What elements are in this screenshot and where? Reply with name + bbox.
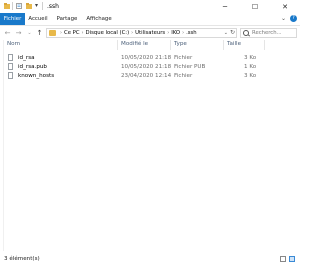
file-size: 3 Ko [244,73,257,79]
minimize-button[interactable]: ─ [210,0,240,13]
search-icon [243,30,249,36]
address-dropdown-icon[interactable]: ⌄ [224,30,228,36]
file-name: known_hosts [18,73,55,79]
chevron-right-icon: › [182,30,185,36]
breadcrumb-this-pc[interactable]: Ce PC [64,30,80,36]
column-header-modified[interactable]: Modifié le [121,41,148,47]
tab-accueil[interactable]: Accueil [26,13,50,25]
chevron-right-icon: › [60,30,62,36]
file-row[interactable]: id_rsa.pub 10/05/2020 21:18 Fichier PUB … [4,63,264,71]
item-count: 3 élément(s) [4,256,40,262]
tab-fichier[interactable]: Fichier [0,13,25,25]
file-type: Fichier PUB [174,64,206,70]
breadcrumb-local-disk[interactable]: Disque local (C:) [86,30,130,36]
file-icon [8,72,13,79]
large-icons-view-button[interactable] [289,256,295,262]
chevron-right-icon: › [81,30,84,36]
file-size: 3 Ko [244,55,257,61]
window-title: .ssh [47,3,59,10]
back-button[interactable]: ← [3,28,12,38]
status-bar: 3 élément(s) [0,251,300,265]
folder-icon [4,3,10,9]
details-view-button[interactable] [280,256,286,262]
ribbon: Fichier Accueil Partage Affichage ⌄ ? [0,13,300,26]
navigation-bar: ← → ⌄ ↑ › Ce PC › Disque local (C:) › Ut… [0,26,300,40]
breadcrumb-users[interactable]: Utilisateurs [135,30,165,36]
search-input[interactable]: Recherch... [240,28,297,38]
expand-ribbon-icon[interactable]: ⌄ [281,15,286,22]
search-placeholder: Recherch... [252,30,282,36]
file-type: Fichier [174,73,193,79]
file-icon [8,54,13,61]
maximize-icon: ☐ [251,2,259,11]
breadcrumb-user[interactable]: IKO [171,30,180,36]
title-bar: ▾ .ssh ─ ☐ ✕ [0,0,300,13]
up-button[interactable]: ↑ [35,28,44,38]
help-icon[interactable]: ? [290,15,297,22]
file-modified: 10/05/2020 21:18 [121,55,172,61]
file-type: Fichier [174,55,193,61]
forward-button[interactable]: → [14,28,23,38]
column-header-name[interactable]: Nom [7,41,20,47]
quick-access-dropdown-icon[interactable]: ▾ [35,2,38,9]
close-button[interactable]: ✕ [270,0,300,13]
refresh-icon[interactable]: ↻ [230,29,235,36]
close-icon: ✕ [282,2,288,11]
chevron-right-icon: › [131,30,134,36]
recent-locations-dropdown[interactable]: ⌄ [25,28,34,38]
maximize-button[interactable]: ☐ [240,0,270,13]
address-bar[interactable]: › Ce PC › Disque local (C:) › Utilisateu… [46,28,237,38]
column-header-size[interactable]: Taille [227,41,241,47]
tab-partage[interactable]: Partage [54,13,80,25]
column-headers: Nom Modifié le Type Taille [4,40,298,51]
file-name: id_rsa.pub [18,64,47,70]
file-name: id_rsa [18,55,35,61]
file-row[interactable]: id_rsa 10/05/2020 21:18 Fichier 3 Ko [4,54,264,62]
file-row[interactable]: known_hosts 23/04/2020 12:14 Fichier 3 K… [4,72,264,80]
file-icon [8,63,13,70]
properties-icon[interactable] [16,3,22,9]
breadcrumb-ssh[interactable]: .ssh [186,30,197,36]
file-size: 1 Ko [244,64,257,70]
new-folder-icon[interactable] [26,3,32,9]
minimize-icon: ─ [222,2,228,11]
column-header-type[interactable]: Type [174,41,187,47]
file-modified: 10/05/2020 21:18 [121,64,172,70]
chevron-right-icon: › [167,30,170,36]
file-modified: 23/04/2020 12:14 [121,73,172,79]
tab-affichage[interactable]: Affichage [84,13,114,25]
folder-icon [49,30,56,36]
